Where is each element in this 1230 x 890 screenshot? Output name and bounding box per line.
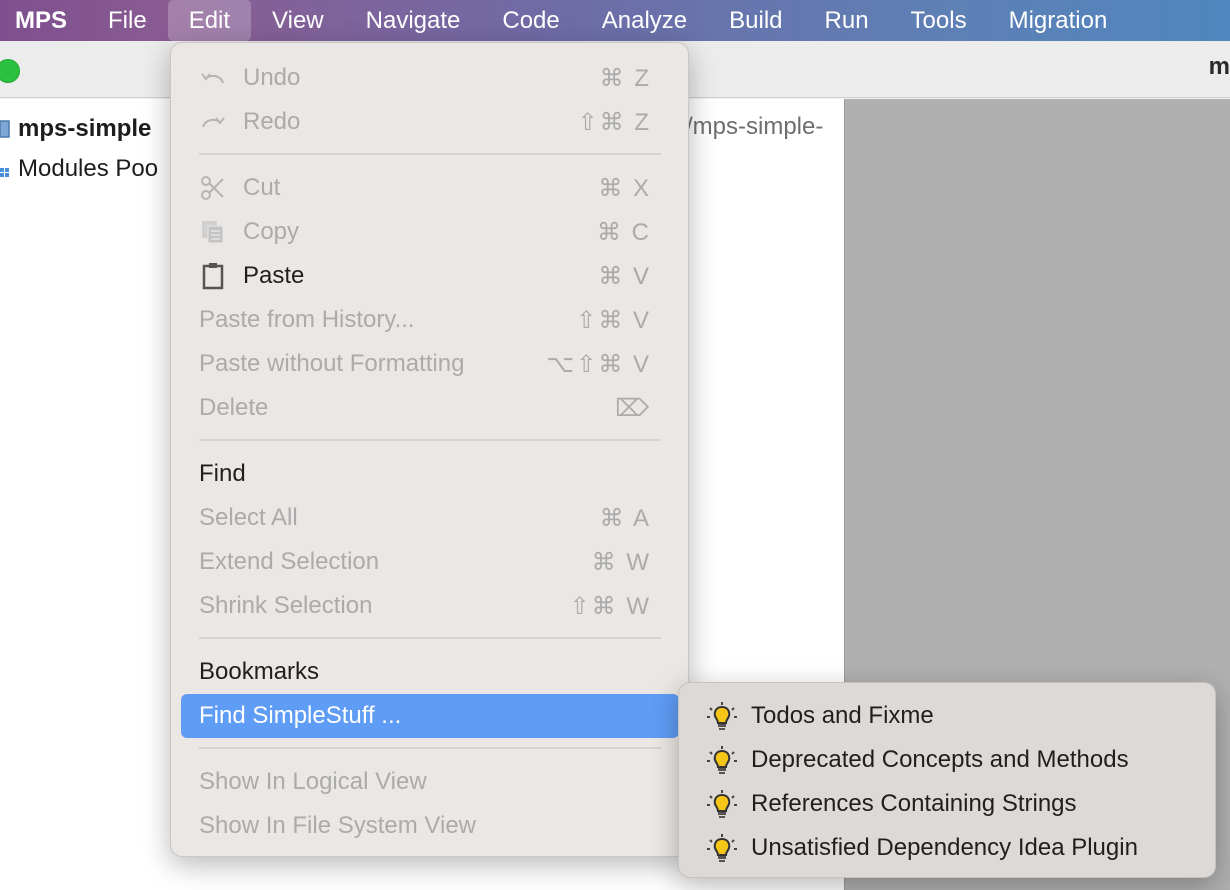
- redo-icon: [199, 112, 231, 132]
- extend-selection-label: Extend Selection: [199, 548, 380, 575]
- menu-item-copy[interactable]: Copy ⌘ C: [181, 210, 679, 254]
- menu-code[interactable]: Code: [481, 0, 580, 41]
- project-path: /mps-simple-: [686, 113, 824, 140]
- submenu-label: Unsatisfied Dependency Idea Plugin: [751, 834, 1138, 861]
- find-simplestuff-label: Find SimpleStuff ...: [199, 702, 402, 729]
- shrink-selection-shortcut: ⇧⌘ W: [569, 592, 651, 620]
- menu-item-paste-from-history[interactable]: Paste from History... ⇧⌘ V: [181, 298, 679, 342]
- menu-item-cut[interactable]: Cut ⌘ X: [181, 166, 679, 210]
- zoom-window-button[interactable]: [0, 59, 20, 83]
- submenu-label: Deprecated Concepts and Methods: [751, 746, 1129, 773]
- menu-item-find[interactable]: Find: [181, 452, 679, 496]
- menu-item-bookmarks[interactable]: Bookmarks: [181, 650, 679, 694]
- submenu-item-unsatisfied-dependency[interactable]: Unsatisfied Dependency Idea Plugin: [689, 826, 1207, 870]
- paste-history-label: Paste from History...: [199, 306, 415, 333]
- submenu-label: Todos and Fixme: [751, 702, 934, 729]
- modules-pool-label: Modules Poo: [18, 155, 159, 182]
- find-simplestuff-submenu: Todos and Fixme Deprecated Concepts and …: [678, 682, 1216, 878]
- shrink-selection-label: Shrink Selection: [199, 592, 373, 619]
- menu-tools[interactable]: Tools: [890, 0, 988, 41]
- lightbulb-icon: [707, 702, 737, 730]
- menu-item-redo[interactable]: Redo ⇧⌘ Z: [181, 100, 679, 144]
- undo-shortcut: ⌘ Z: [599, 64, 651, 92]
- paste-history-shortcut: ⇧⌘ V: [576, 306, 651, 334]
- menu-bar: MPS File Edit View Navigate Code Analyze…: [0, 0, 1230, 41]
- scissors-icon: [199, 175, 231, 201]
- menu-mps[interactable]: MPS: [0, 0, 87, 41]
- menu-separator: [199, 153, 661, 155]
- cut-shortcut: ⌘ X: [598, 174, 651, 202]
- menu-analyze[interactable]: Analyze: [581, 0, 708, 41]
- undo-icon: [199, 68, 231, 88]
- clipboard-icon: [199, 262, 231, 290]
- edit-menu-dropdown: Undo ⌘ Z Redo ⇧⌘ Z Cut ⌘ X Copy ⌘ C Past…: [170, 42, 689, 857]
- submenu-item-references-containing-strings[interactable]: References Containing Strings: [689, 782, 1207, 826]
- copy-icon: [199, 218, 231, 246]
- lightbulb-icon: [707, 834, 737, 862]
- menu-file[interactable]: File: [87, 0, 168, 41]
- menu-navigate[interactable]: Navigate: [345, 0, 482, 41]
- menu-migration[interactable]: Migration: [988, 0, 1129, 41]
- redo-label: Redo: [243, 108, 301, 135]
- copy-label: Copy: [243, 218, 300, 245]
- project-label: mps-simple: [18, 115, 152, 142]
- delete-shortcut: ⌦: [615, 394, 651, 422]
- show-logical-label: Show In Logical View: [199, 768, 427, 795]
- redo-shortcut: ⇧⌘ Z: [577, 108, 651, 136]
- paste-shortcut: ⌘ V: [598, 262, 651, 290]
- submenu-item-todos-and-fixme[interactable]: Todos and Fixme: [689, 694, 1207, 738]
- copy-shortcut: ⌘ C: [597, 218, 651, 246]
- undo-label: Undo: [243, 64, 301, 91]
- menu-item-paste-without-formatting[interactable]: Paste without Formatting ⌥⇧⌘ V: [181, 342, 679, 386]
- menu-item-delete[interactable]: Delete ⌦: [181, 386, 679, 430]
- paste-plain-label: Paste without Formatting: [199, 350, 465, 377]
- select-all-shortcut: ⌘ A: [599, 504, 651, 532]
- menu-item-show-in-logical-view[interactable]: Show In Logical View: [181, 760, 679, 804]
- paste-label: Paste: [243, 262, 305, 289]
- tree-item-project[interactable]: mps-simple: [0, 109, 151, 149]
- menu-edit[interactable]: Edit: [167, 0, 252, 41]
- find-label: Find: [199, 460, 246, 487]
- project-icon: [0, 120, 10, 138]
- submenu-label: References Containing Strings: [751, 790, 1077, 817]
- window-title: m: [1208, 53, 1230, 80]
- menu-view[interactable]: View: [251, 0, 345, 41]
- select-all-label: Select All: [199, 504, 298, 531]
- menu-separator: [199, 637, 661, 639]
- bookmarks-label: Bookmarks: [199, 658, 320, 685]
- menu-run[interactable]: Run: [804, 0, 890, 41]
- menu-build[interactable]: Build: [708, 0, 803, 41]
- modules-pool-icon: [0, 168, 9, 177]
- menu-item-shrink-selection[interactable]: Shrink Selection ⇧⌘ W: [181, 584, 679, 628]
- show-filesystem-label: Show In File System View: [199, 812, 476, 839]
- extend-selection-shortcut: ⌘ W: [591, 548, 651, 576]
- menu-item-select-all[interactable]: Select All ⌘ A: [181, 496, 679, 540]
- menu-item-find-simplestuff[interactable]: Find SimpleStuff ...: [181, 694, 679, 738]
- delete-label: Delete: [199, 394, 269, 421]
- menu-separator: [199, 439, 661, 441]
- menu-item-extend-selection[interactable]: Extend Selection ⌘ W: [181, 540, 679, 584]
- menu-item-undo[interactable]: Undo ⌘ Z: [181, 56, 679, 100]
- lightbulb-icon: [707, 790, 737, 818]
- menu-separator: [199, 747, 661, 749]
- submenu-item-deprecated-concepts[interactable]: Deprecated Concepts and Methods: [689, 738, 1207, 782]
- lightbulb-icon: [707, 746, 737, 774]
- cut-label: Cut: [243, 174, 281, 201]
- menu-item-paste[interactable]: Paste ⌘ V: [181, 254, 679, 298]
- paste-plain-shortcut: ⌥⇧⌘ V: [546, 350, 651, 378]
- tree-item-modules-pool[interactable]: Modules Poo: [0, 149, 158, 189]
- menu-item-show-in-file-system-view[interactable]: Show In File System View: [181, 804, 679, 848]
